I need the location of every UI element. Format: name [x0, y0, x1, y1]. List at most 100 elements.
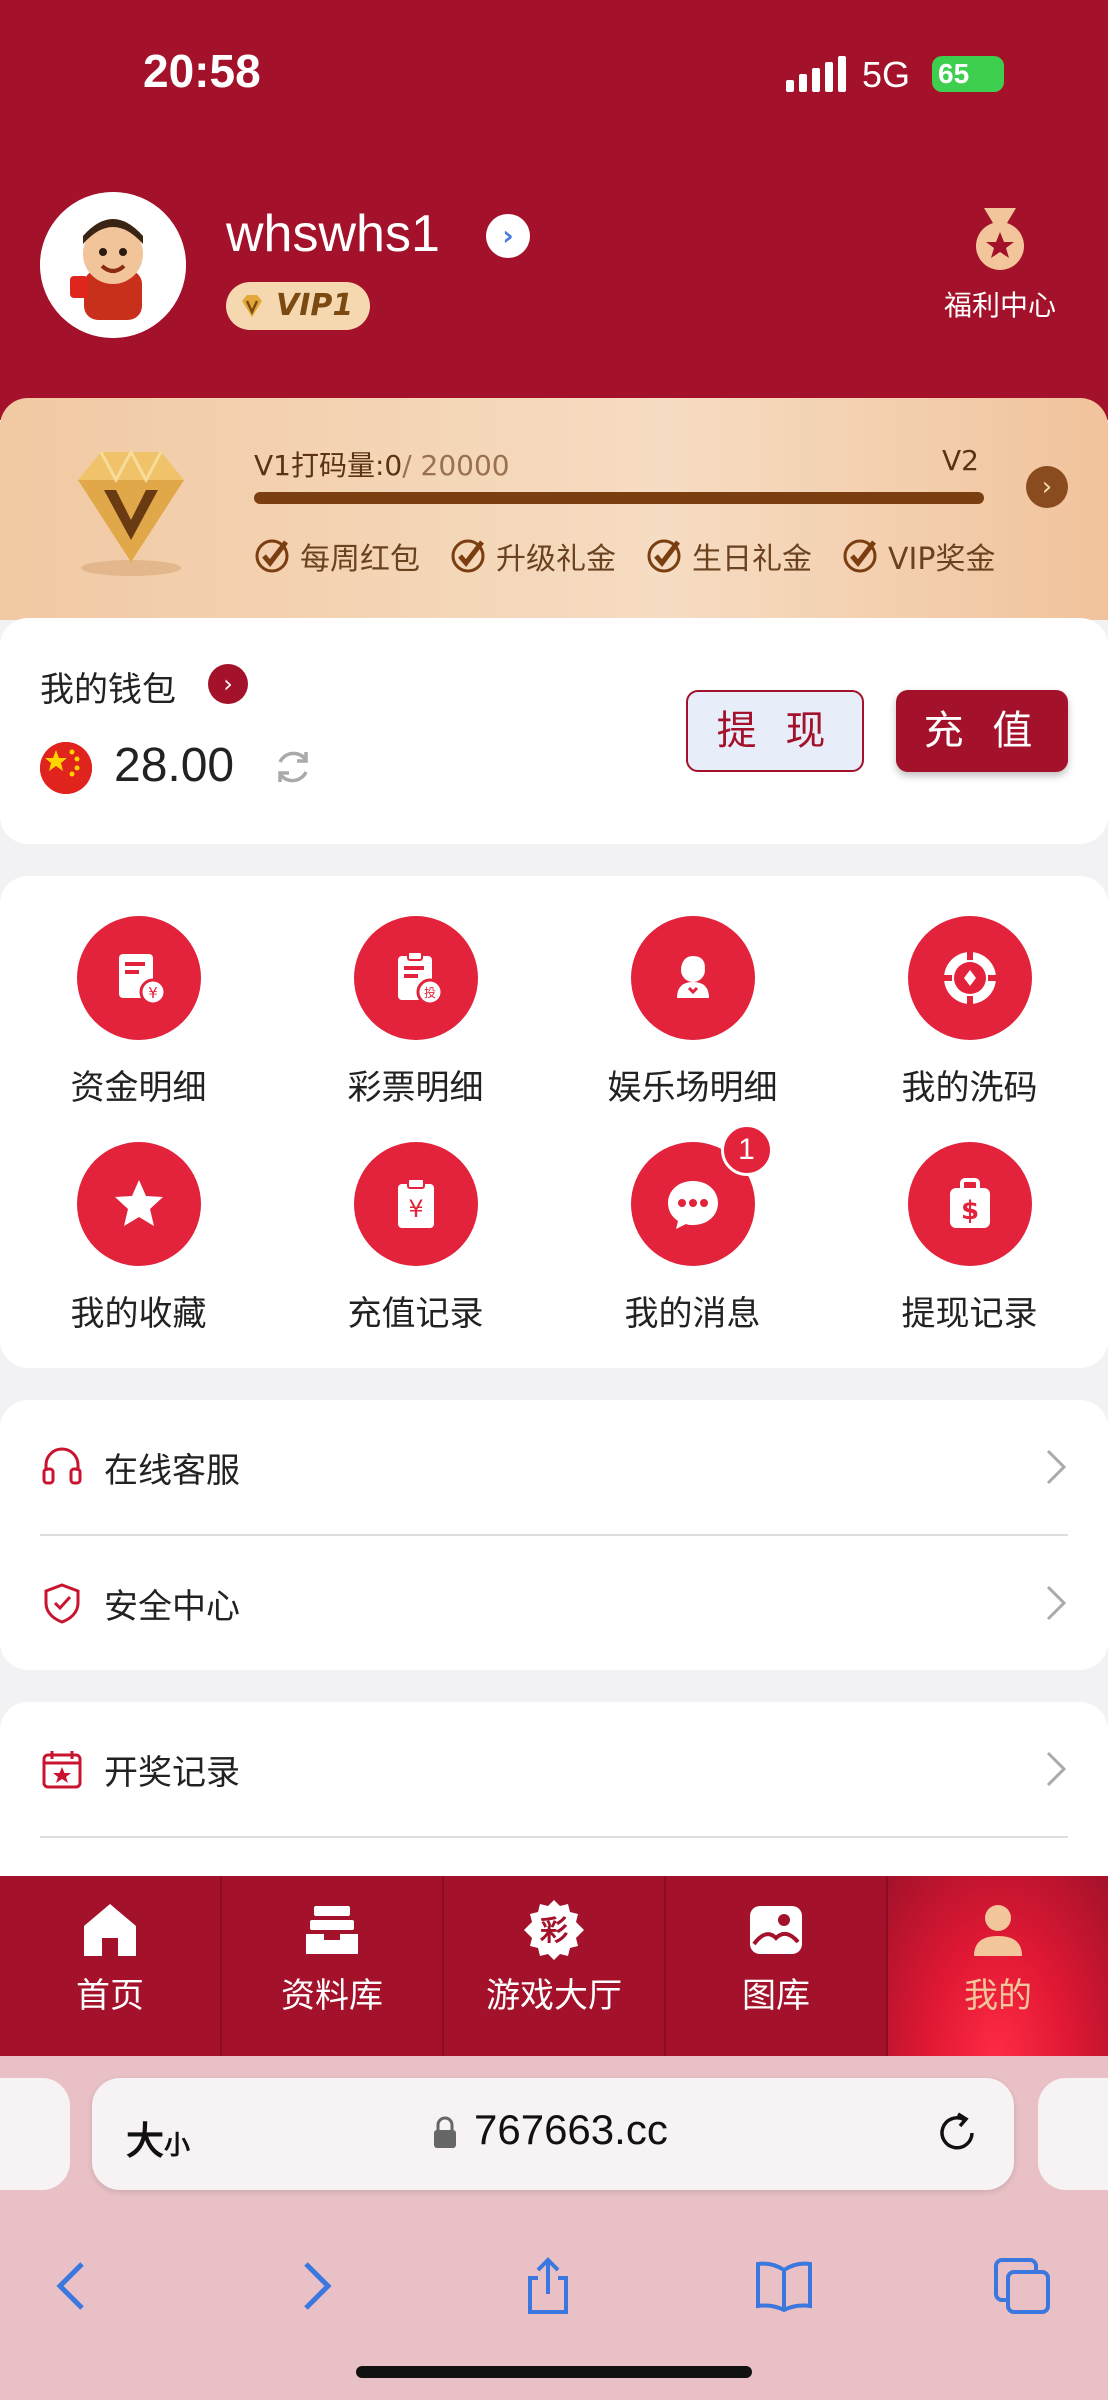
tab-label: 我的 [964, 1976, 1032, 2016]
shortcut-label: 娱乐场明细 [607, 1068, 778, 1108]
shortcut-label: 我的洗码 [901, 1068, 1038, 1108]
vip-next-level: V2 [942, 444, 979, 477]
shortcut-fund-detail[interactable]: ¥ 资金明细 [0, 916, 277, 1109]
divider [40, 1836, 1068, 1838]
tabs-icon[interactable] [990, 2254, 1054, 2318]
tab-archive[interactable]: 资料库 [222, 1876, 444, 2056]
headset-icon [42, 1447, 82, 1485]
check-icon [255, 539, 289, 573]
tab-label: 图库 [742, 1976, 810, 2016]
vip-current-text: V1打码量:0 [254, 449, 403, 482]
menu-label: 安全中心 [104, 1586, 240, 1627]
welfare-center-button[interactable]: 福利中心 [930, 206, 1070, 324]
shortcut-favorites[interactable]: 我的收藏 [0, 1142, 277, 1335]
shortcut-label: 充值记录 [347, 1294, 484, 1334]
perk-item: 生日礼金 [646, 534, 812, 578]
svg-text:¥: ¥ [148, 984, 158, 1002]
wallet-title[interactable]: 我的钱包 [40, 662, 176, 711]
withdraw-button[interactable]: 提 现 [686, 690, 864, 772]
perk-item: VIP奖金 [842, 534, 995, 578]
battery-level: 65 [938, 58, 970, 89]
fund-detail-icon: ¥ [76, 916, 201, 1040]
shortcut-label: 彩票明细 [347, 1068, 484, 1108]
menu-item-draw-results[interactable]: 开奖记录 [40, 1702, 1068, 1836]
back-icon[interactable] [42, 2254, 106, 2318]
shortcut-messages[interactable]: 1 我的消息 [554, 1124, 831, 1335]
tab-game-hall[interactable]: 彩 游戏大厅 [444, 1876, 666, 2056]
vip-progress-card[interactable]: V1打码量:0/ 20000 V2 › 每周红包 升级礼金 生日礼金 VIP奖金 [0, 398, 1108, 620]
wallet-card: 我的钱包 › 28.00 提 现 充 值 [0, 618, 1108, 844]
vip-badge: VIP1 [226, 282, 370, 330]
prev-tab-card[interactable] [0, 2078, 70, 2190]
perk-label: 升级礼金 [496, 542, 616, 577]
perk-label: 每周红包 [300, 542, 420, 577]
menu-item-security[interactable]: 安全中心 [40, 1536, 1068, 1670]
chevron-right-icon [1046, 1751, 1067, 1787]
game-hall-icon: 彩 [524, 1900, 584, 1960]
casino-detail-icon [630, 916, 755, 1040]
text-size-button[interactable]: 大小 [126, 2110, 190, 2165]
menu-item-customer-service[interactable]: 在线客服 [40, 1400, 1068, 1534]
network-label: 5G [862, 54, 911, 95]
shortcut-label: 我的消息 [624, 1294, 761, 1334]
address-bar[interactable]: 大小 767663.cc [92, 2078, 1014, 2190]
vip-target-text: / 20000 [402, 449, 510, 482]
shortcut-casino-detail[interactable]: 娱乐场明细 [554, 916, 831, 1109]
shortcut-deposit-record[interactable]: ¥ 充值记录 [277, 1142, 554, 1335]
reload-icon[interactable] [934, 2110, 980, 2156]
home-icon [84, 1904, 136, 1956]
profile-arrow-icon[interactable]: › [486, 214, 530, 258]
next-tab-card[interactable] [1038, 2078, 1108, 2190]
wallet-arrow-icon[interactable]: › [208, 664, 248, 704]
chevron-right-icon [1046, 1449, 1067, 1485]
tab-label: 资料库 [281, 1976, 383, 2016]
calendar-star-icon [42, 1751, 82, 1789]
avatar[interactable] [40, 192, 186, 338]
vip-diamond-icon [78, 448, 184, 576]
deposit-record-icon: ¥ [353, 1142, 478, 1266]
tab-home[interactable]: 首页 [0, 1876, 222, 2056]
cny-flag-icon [40, 742, 92, 794]
shortcut-label: 提现记录 [901, 1294, 1038, 1334]
battery-icon: 65 [932, 56, 1004, 92]
shortcut-chip[interactable]: 我的洗码 [831, 916, 1108, 1109]
game-hall-icon-text: 彩 [540, 1914, 568, 1947]
browser-chrome: 大小 767663.cc [0, 2056, 1108, 2400]
medal-icon [976, 208, 1024, 270]
text-size-small: 小 [164, 2131, 191, 2161]
share-icon[interactable] [516, 2254, 580, 2318]
vip-arrow-icon[interactable]: › [1026, 466, 1068, 508]
tab-gallery[interactable]: 图库 [666, 1876, 888, 2056]
check-icon [647, 539, 681, 573]
check-icon [843, 539, 877, 573]
vip-badge-label: VIP1 [276, 288, 354, 323]
bookmarks-icon[interactable] [752, 2254, 816, 2318]
vip-progress-bar [254, 492, 984, 504]
vip-current-level: V1打码量:0/ 20000 [254, 444, 510, 484]
user-icon [974, 1905, 1022, 1956]
shortcut-withdraw-record[interactable]: $ 提现记录 [831, 1142, 1108, 1335]
status-time: 20:58 [143, 45, 261, 97]
browser-nav-row [0, 2224, 1108, 2344]
tab-mine[interactable]: 我的 [888, 1876, 1108, 2056]
svg-text:¥: ¥ [408, 1195, 423, 1223]
username[interactable]: whswhs1 [226, 204, 440, 264]
shortcut-label: 资金明细 [70, 1068, 207, 1108]
check-icon [451, 539, 485, 573]
lock-icon [434, 2116, 456, 2148]
refresh-icon[interactable] [272, 746, 314, 788]
tab-label: 首页 [76, 1976, 144, 2016]
message-icon: 1 [630, 1124, 773, 1266]
archive-icon [306, 1906, 358, 1954]
bottom-tab-bar: 首页 资料库 彩 游戏大厅 图库 我的 [0, 1876, 1108, 2056]
menu-label: 开奖记录 [104, 1752, 240, 1793]
perk-label: VIP奖金 [888, 542, 996, 577]
diamond-icon [242, 295, 262, 317]
chip-icon [907, 916, 1032, 1040]
unread-badge: 1 [720, 1124, 773, 1176]
deposit-button[interactable]: 充 值 [896, 690, 1068, 772]
shortcut-label: 我的收藏 [70, 1294, 207, 1334]
star-icon [76, 1142, 201, 1266]
shortcut-lottery-detail[interactable]: 投 彩票明细 [277, 916, 554, 1109]
forward-icon[interactable] [282, 2254, 346, 2318]
